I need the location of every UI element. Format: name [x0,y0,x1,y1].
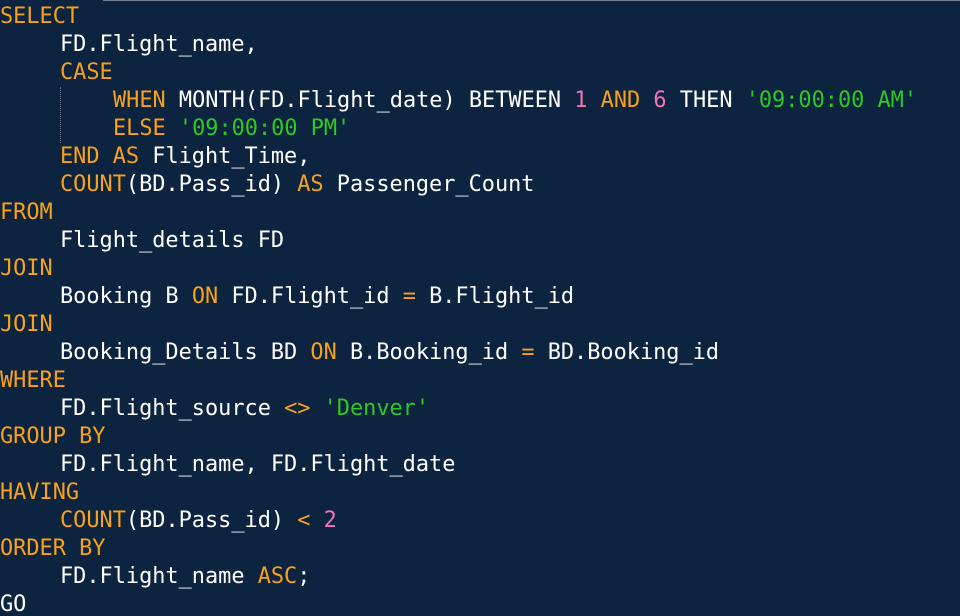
identifier: Passenger_Count [336,172,535,197]
identifier: Booking_Details BD [60,340,298,365]
keyword-then: THEN [679,88,733,113]
code-line-8: FROM [0,199,53,227]
keyword-having: HAVING [0,480,80,505]
keyword-select: SELECT [0,4,80,29]
number-literal: 6 [653,88,667,113]
keyword-join: JOIN [0,312,53,337]
keyword-from: FROM [0,200,53,225]
code-line-16: GROUP BY [0,423,105,451]
code-line-3: CASE [0,59,113,87]
identifier: FD.Flight_name, FD.Flight_date [60,452,456,477]
code-line-2: FD.Flight_name, [0,31,258,59]
code-line-4: WHEN MONTH(FD.Flight_date) BETWEEN 1 AND… [0,87,917,115]
code-line-1: SELECT [0,3,79,31]
keyword-as: AS [297,172,324,197]
string-literal: 'Denver' [323,396,430,421]
code-line-22: GO [0,591,26,616]
identifier: B.Flight_id [429,284,575,309]
code-line-6: END AS Flight_Time, [0,143,310,171]
code-line-13: Booking_Details BD ON B.Booking_id = BD.… [0,339,719,367]
code-line-7: COUNT(BD.Pass_id) AS Passenger_Count [0,171,535,199]
number-literal: 2 [323,508,337,533]
identifier: FD.Flight_source [60,396,271,421]
keyword-on: ON [191,284,219,309]
identifier: FD.Flight_name [60,564,245,589]
code-line-21: FD.Flight_name ASC; [0,563,310,591]
keyword-else: ELSE [113,116,166,141]
operator-equals: = [402,284,416,309]
operator-less-than: < [297,508,311,533]
keyword-case: CASE [60,60,113,85]
keyword-group-by: GROUP BY [0,424,106,449]
code-line-12: JOIN [0,311,53,339]
string-literal: '09:00:00 AM' [745,88,918,113]
keyword-order-by: ORDER BY [0,536,106,561]
identifier: Flight_Time, [152,144,311,169]
keyword-and: AND [600,88,641,113]
code-line-15: FD.Flight_source <> 'Denver' [0,395,429,423]
keyword-count: COUNT [60,172,126,197]
string-literal: '09:00:00 PM' [178,116,351,141]
code-line-11: Booking B ON FD.Flight_id = B.Flight_id [0,283,574,311]
keyword-asc: ASC [257,564,298,589]
code-line-20: ORDER BY [0,535,105,563]
keyword-where: WHERE [0,368,66,393]
sql-editor[interactable]: SELECT FD.Flight_name, CASE WHEN MONTH(F… [0,0,960,616]
keyword-on: ON [310,340,337,365]
identifier: Booking B [60,284,179,309]
semicolon: ; [297,564,311,589]
code-line-14: WHERE [0,367,66,395]
identifier: BD.Booking_id [547,340,720,365]
keyword-go: GO [0,592,27,616]
function-argument: (BD.Pass_id) [125,172,285,197]
identifier: FD.Flight_id [231,284,390,309]
code-line-10: JOIN [0,255,53,283]
code-line-9: Flight_details FD [0,227,284,255]
editor-top-border [103,0,960,1]
operator-equals: = [521,340,535,365]
code-line-19: COUNT(BD.Pass_id) < 2 [0,507,337,535]
keyword-when: WHEN [113,88,166,113]
code-line-18: HAVING [0,479,79,507]
keyword-count: COUNT [60,508,126,533]
operator-not-equal: <> [284,396,311,421]
function-call: MONTH(FD.Flight_date) BETWEEN [178,88,562,113]
identifier: Flight_details FD [60,228,285,253]
identifier: B.Booking_id [349,340,509,365]
keyword-end-as: END AS [60,144,140,169]
function-argument: (BD.Pass_id) [125,508,285,533]
identifier: FD.Flight_name, [60,32,258,57]
number-literal: 1 [574,88,588,113]
code-line-17: FD.Flight_name, FD.Flight_date [0,451,455,479]
keyword-join: JOIN [0,256,53,281]
code-line-5: ELSE '09:00:00 PM' [0,115,350,143]
